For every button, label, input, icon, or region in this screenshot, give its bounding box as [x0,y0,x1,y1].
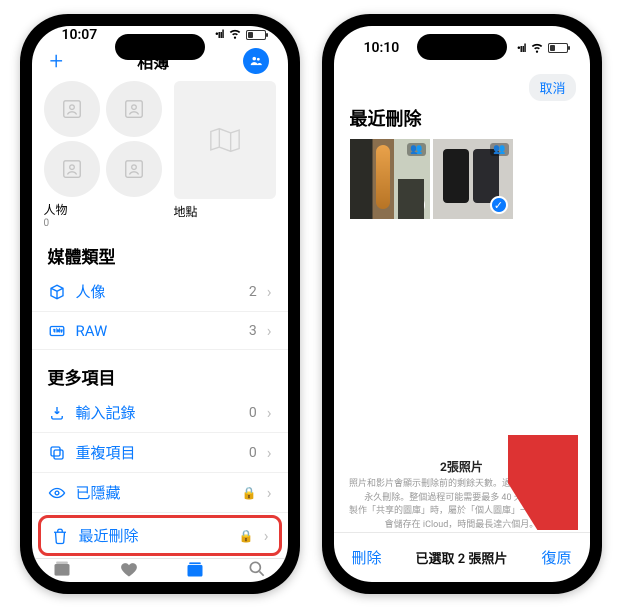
row-hidden[interactable]: 已隱藏 🔒 › [32,473,288,513]
search-icon [246,559,268,579]
shared-badge-icon: 👥 [490,143,508,156]
shared-button[interactable] [243,48,269,74]
phone-right: 10:10 •ııl 取消 最近刪除 👥 ✓ 👥 ✓ 2張 [322,14,602,594]
lock-icon: 🔒 [242,486,257,500]
photo-thumbnail[interactable]: 👥 ✓ [350,139,430,219]
add-button[interactable]: + [50,47,64,75]
lock-icon: 🔒 [239,529,254,543]
duplicate-icon [48,444,66,462]
photo-grid: 👥 ✓ 👥 ✓ [334,139,590,219]
places-album[interactable] [174,81,276,199]
wifi-icon [228,26,242,43]
row-imports[interactable]: 輸入記錄 0 › [32,393,288,433]
tab-search[interactable]: 搜尋 [246,559,268,582]
phone-left: 10:07 •ııl + 相簿 [20,14,300,594]
places-label: 地點 [174,203,276,220]
notch [115,34,205,60]
row-duplicates[interactable]: 重複項目 0 › [32,433,288,473]
smart-albums: 人物 0 地點 [32,81,288,229]
chevron-right-icon: › [267,443,272,462]
chevron-right-icon: › [267,321,272,340]
clock: 10:10 [364,40,400,56]
tab-albums[interactable]: 相簿 [184,559,206,582]
tab-bar: 圖庫 為你推薦 相簿 搜尋 [32,558,288,582]
notch [417,34,507,60]
cube-icon [48,283,66,301]
shared-badge-icon: 👥 [407,143,425,156]
restore-button[interactable]: 復原 [541,547,571,568]
chevron-right-icon: › [267,282,272,301]
map-icon [208,125,242,155]
tab-library[interactable]: 圖庫 [51,559,73,582]
foryou-icon [118,559,140,579]
wifi-icon [530,40,544,57]
library-icon [51,559,73,579]
battery-icon [246,30,266,40]
signal-icon: •ııl [517,42,526,55]
section-media-types: 媒體類型 [32,229,288,272]
row-raw[interactable]: RAW 3 › [32,312,288,350]
selected-check-icon[interactable]: ✓ [490,196,508,214]
trash-icon [51,527,69,545]
clock: 10:07 [62,27,98,43]
nav-bar: 取消 [334,70,590,103]
people-count: 0 [44,218,164,229]
chevron-right-icon: › [264,526,269,545]
row-portrait[interactable]: 人像 2 › [32,272,288,312]
chevron-right-icon: › [267,403,272,422]
chevron-right-icon: › [267,483,272,502]
section-more: 更多項目 [32,350,288,393]
raw-icon [48,322,66,340]
people-album[interactable] [44,81,164,197]
albums-icon [184,559,206,579]
photo-thumbnail[interactable]: 👥 ✓ [433,139,513,219]
row-recently-deleted[interactable]: 最近刪除 🔒 › [38,515,282,556]
eye-icon [48,484,66,502]
selected-check-icon[interactable]: ✓ [407,196,425,214]
people-label: 人物 [44,201,164,218]
battery-icon [548,43,568,53]
tab-foryou[interactable]: 為你推薦 [113,559,145,582]
callout-arrow [508,435,578,534]
download-icon [48,404,66,422]
selection-count: 已選取 2 張照片 [416,548,508,567]
page-title: 最近刪除 [334,103,590,139]
delete-button[interactable]: 刪除 [352,547,382,568]
bottom-toolbar: 刪除 已選取 2 張照片 復原 [334,532,590,582]
cancel-button[interactable]: 取消 [529,74,575,101]
signal-icon: •ııl [215,28,224,41]
